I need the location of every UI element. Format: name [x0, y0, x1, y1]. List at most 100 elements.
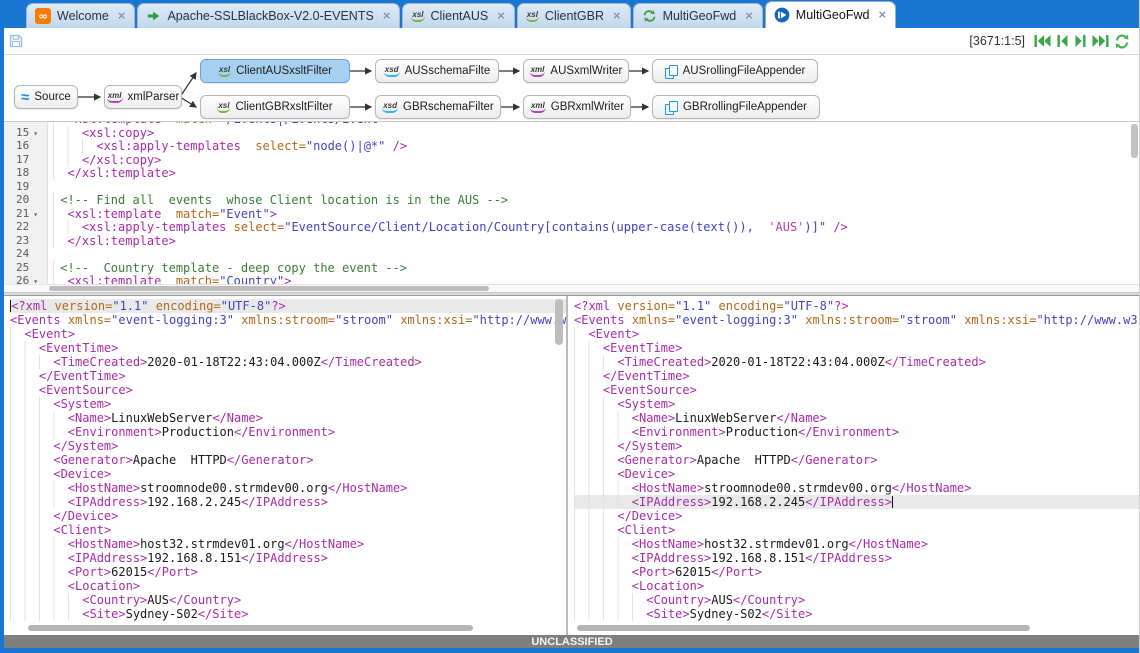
- line-number[interactable]: 21▾: [4, 207, 47, 221]
- xml-line[interactable]: <Port>62015</Port>: [10, 565, 566, 579]
- xml-line[interactable]: <EventSource>: [10, 383, 566, 397]
- editor-horizontal-scrollbar[interactable]: [4, 284, 1140, 292]
- close-icon[interactable]: ×: [745, 11, 753, 21]
- line-number[interactable]: 23: [4, 234, 47, 248]
- xml-line[interactable]: <IPAddress>192.168.2.245</IPAddress>: [10, 495, 566, 509]
- xml-line[interactable]: <Location>: [10, 579, 566, 593]
- xml-line[interactable]: <System>: [574, 397, 1140, 411]
- xml-line[interactable]: <Events xmlns="event-logging:3" xmlns:st…: [574, 313, 1140, 327]
- input-pane-vertical-scrollbar[interactable]: [554, 298, 563, 598]
- step-last-button[interactable]: [1092, 34, 1109, 48]
- xml-line[interactable]: <HostName>host32.strmdev01.org</HostName…: [574, 537, 1140, 551]
- line-number[interactable]: 26▾: [4, 274, 47, 284]
- xml-line[interactable]: <Site>Sydney-S02</Site>: [10, 607, 566, 621]
- xml-line[interactable]: <Device>: [10, 467, 566, 481]
- tab-clientaus[interactable]: xsl ClientAUS ×: [402, 3, 514, 28]
- pipeline-element-xmlparser[interactable]: xml xmlParser: [104, 85, 182, 109]
- xml-line[interactable]: <HostName>stroomnode00.strmdev00.org</Ho…: [574, 481, 1140, 495]
- tab-apache-ssl-events[interactable]: Apache-SSLBlackBox-V2.0-EVENTS ×: [137, 3, 400, 28]
- line-number[interactable]: 22: [4, 220, 47, 234]
- xml-line[interactable]: <Client>: [10, 523, 566, 537]
- xml-line[interactable]: <Event>: [10, 327, 566, 341]
- xml-line[interactable]: </System>: [10, 439, 566, 453]
- xml-line[interactable]: <Country>AUS</Country>: [574, 593, 1140, 607]
- line-number[interactable]: 17: [4, 153, 47, 167]
- line-number[interactable]: 18: [4, 166, 47, 180]
- xml-line[interactable]: <EventTime>: [574, 341, 1140, 355]
- line-number[interactable]: 25: [4, 261, 47, 275]
- xml-line[interactable]: <Country>AUS</Country>: [10, 593, 566, 607]
- xml-line[interactable]: <TimeCreated>2020-01-18T22:43:04.000Z</T…: [574, 355, 1140, 369]
- editor-vertical-scrollbar[interactable]: [1130, 123, 1139, 273]
- close-icon[interactable]: ×: [613, 11, 621, 21]
- pipeline-element-gbrrollingfileappender[interactable]: GBRrollingFileAppender: [652, 95, 820, 119]
- code-line[interactable]: <xsl:apply-templates select="EventSource…: [53, 220, 1140, 234]
- code-line[interactable]: [53, 247, 1140, 261]
- step-first-button[interactable]: [1034, 34, 1051, 48]
- xml-line[interactable]: </EventTime>: [574, 369, 1140, 383]
- xml-line[interactable]: <Port>62015</Port>: [574, 565, 1140, 579]
- xml-line[interactable]: <Generator>Apache HTTPD</Generator>: [574, 453, 1140, 467]
- fold-marker-icon[interactable]: ▾: [33, 277, 38, 284]
- code-line[interactable]: </xsl:copy>: [53, 153, 1140, 167]
- xml-line[interactable]: </Device>: [10, 509, 566, 523]
- xml-line[interactable]: <Device>: [574, 467, 1140, 481]
- xml-line[interactable]: <Client>: [574, 523, 1140, 537]
- xml-line[interactable]: <HostName>host32.strmdev01.org</HostName…: [10, 537, 566, 551]
- line-number[interactable]: 19: [4, 180, 47, 194]
- close-icon[interactable]: ×: [878, 10, 886, 20]
- xml-line[interactable]: </Device>: [574, 509, 1140, 523]
- tab-multigeofwd-pipeline[interactable]: MultiGeoFwd ×: [633, 3, 763, 28]
- xml-line[interactable]: </EventTime>: [10, 369, 566, 383]
- code-line[interactable]: <!-- Find all events whose Client locati…: [53, 193, 1140, 207]
- xml-line[interactable]: <Location>: [574, 579, 1140, 593]
- line-number-gutter[interactable]: 1415▾161718192021▾2223242526▾: [4, 122, 48, 284]
- xml-line[interactable]: <?xml version="1.1" encoding="UTF-8"?>: [574, 299, 1140, 313]
- pipeline-element-clientgbrxsltfilter[interactable]: xsl ClientGBRxsltFilter: [200, 95, 350, 119]
- line-number[interactable]: 16: [4, 139, 47, 153]
- close-icon[interactable]: ×: [383, 11, 391, 21]
- pipeline-element-ausxmlwriter[interactable]: xml AUSxmlWriter: [523, 59, 629, 83]
- pipeline-element-ausschemafilter[interactable]: xsd AUSschemaFilte: [375, 59, 499, 83]
- line-number[interactable]: 20: [4, 193, 47, 207]
- xml-line[interactable]: <Environment>Production</Environment>: [10, 425, 566, 439]
- code-line[interactable]: [53, 180, 1140, 194]
- pipeline-element-clientausxsltfilter[interactable]: xsl ClientAUSxsltFilter: [200, 59, 350, 83]
- output-pane-horizontal-scrollbar[interactable]: [570, 624, 1140, 633]
- xml-line[interactable]: <IPAddress>192.168.8.151</IPAddress>: [574, 551, 1140, 565]
- tab-multigeofwd-stepper[interactable]: MultiGeoFwd ×: [765, 1, 896, 28]
- xml-line[interactable]: <System>: [10, 397, 566, 411]
- xml-line[interactable]: <IPAddress>192.168.8.151</IPAddress>: [10, 551, 566, 565]
- xml-line[interactable]: <Name>LinuxWebServer</Name>: [10, 411, 566, 425]
- step-backward-button[interactable]: [1056, 34, 1069, 48]
- xml-line[interactable]: <Event>: [574, 327, 1140, 341]
- xml-line[interactable]: <EventSource>: [574, 383, 1140, 397]
- xml-line[interactable]: <?xml version="1.1" encoding="UTF-8"?>: [10, 299, 566, 313]
- xml-line[interactable]: <Events xmlns="event-logging:3" xmlns:st…: [10, 313, 566, 327]
- tab-welcome[interactable]: ∞ Welcome ×: [26, 3, 135, 28]
- code-area[interactable]: <xsl:template match="/Events|/Events/Eve…: [48, 122, 1140, 284]
- xml-line[interactable]: </System>: [574, 439, 1140, 453]
- code-line[interactable]: </xsl:template>: [53, 166, 1140, 180]
- code-line[interactable]: <xsl:template match="Event">: [53, 207, 1140, 221]
- xslt-code-editor[interactable]: 1415▾161718192021▾2223242526▾ <xsl:templ…: [4, 122, 1140, 292]
- xml-line[interactable]: <HostName>stroomnode00.strmdev00.org</Ho…: [10, 481, 566, 495]
- line-number[interactable]: 24: [4, 247, 47, 261]
- xml-line[interactable]: <IPAddress>192.168.2.245</IPAddress>: [574, 495, 1140, 509]
- xml-line[interactable]: <TimeCreated>2020-01-18T22:43:04.000Z</T…: [10, 355, 566, 369]
- xml-line[interactable]: <Name>LinuxWebServer</Name>: [574, 411, 1140, 425]
- pipeline-element-gbrschemafilter[interactable]: xsd GBRschemaFilter: [375, 95, 501, 119]
- xml-line[interactable]: <Generator>Apache HTTPD</Generator>: [10, 453, 566, 467]
- tab-clientgbr[interactable]: xsl ClientGBR ×: [517, 3, 631, 28]
- save-button[interactable]: [9, 34, 23, 48]
- pipeline-element-gbrxmlwriter[interactable]: xml GBRxmlWriter: [523, 95, 631, 119]
- fold-marker-icon[interactable]: ▾: [33, 129, 38, 138]
- pipeline-element-ausrollingfileappender[interactable]: AUSrollingFileAppender: [652, 59, 818, 83]
- line-number[interactable]: 15▾: [4, 126, 47, 140]
- xml-line[interactable]: <EventTime>: [10, 341, 566, 355]
- input-pane-horizontal-scrollbar[interactable]: [6, 624, 552, 633]
- code-line[interactable]: </xsl:template>: [53, 234, 1140, 248]
- xml-line[interactable]: <Site>Sydney-S02</Site>: [574, 607, 1140, 621]
- fold-marker-icon[interactable]: ▾: [33, 210, 38, 219]
- close-icon[interactable]: ×: [118, 11, 126, 21]
